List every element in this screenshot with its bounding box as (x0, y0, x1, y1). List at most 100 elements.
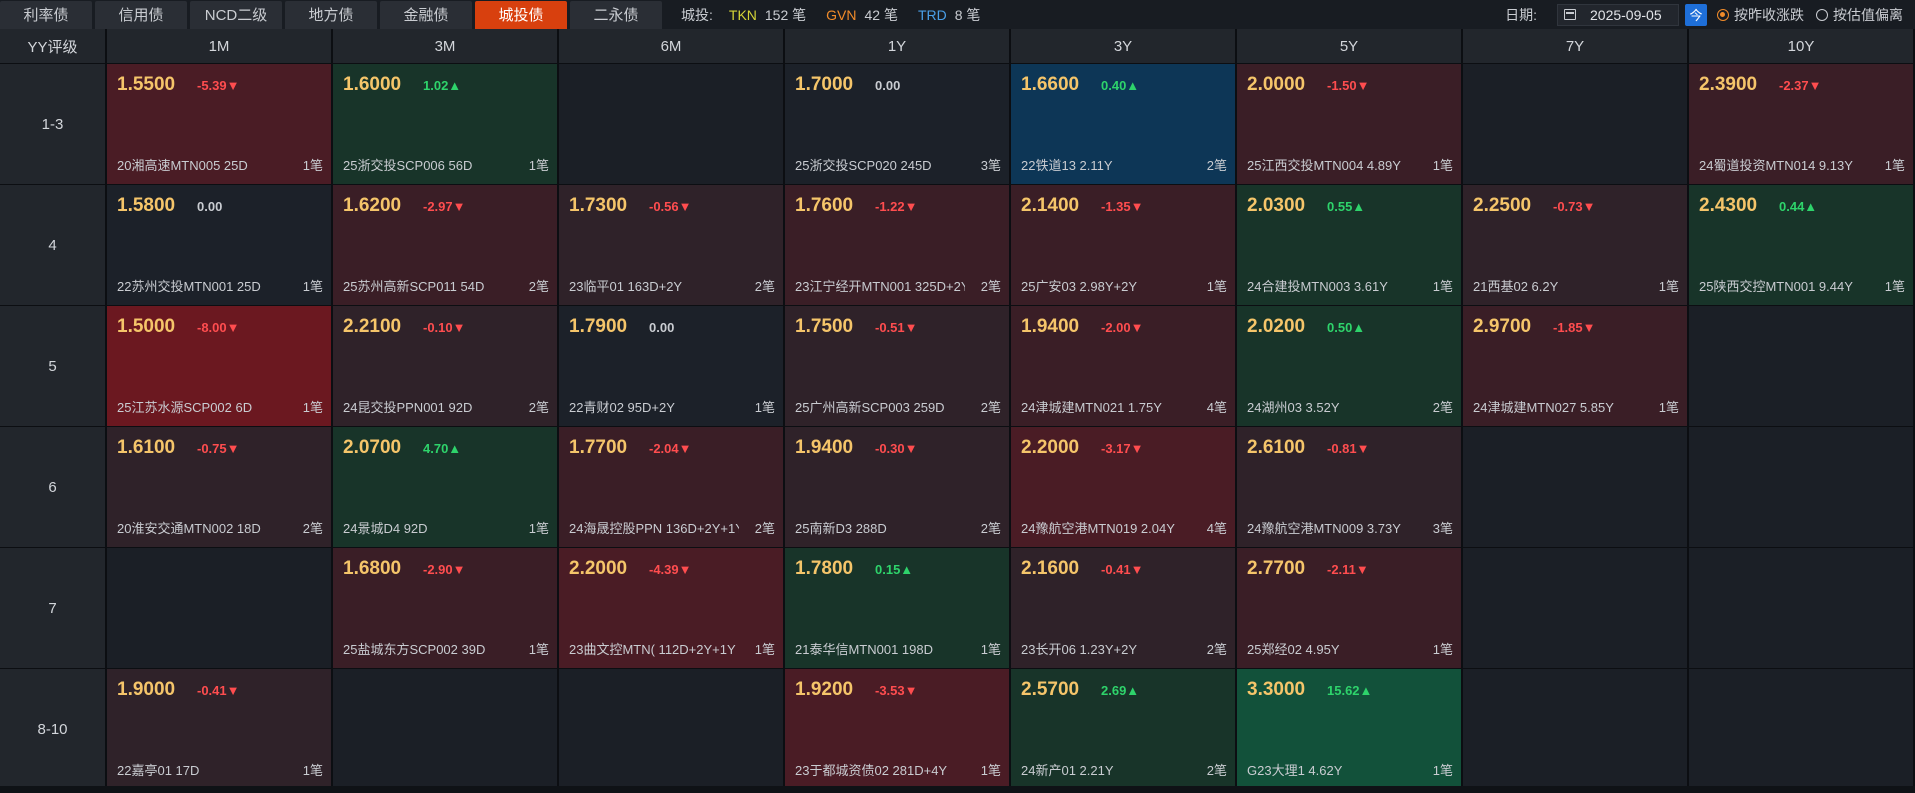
trade-count: 1笔 (752, 397, 775, 416)
yield-value: 1.9000 (117, 679, 176, 700)
quote-cell[interactable]: 2.6100 -0.81▼ 24豫航空港MTN009 3.73Y 3笔 (1237, 427, 1461, 547)
quote-cell[interactable]: 2.2000 -4.39▼ 23曲文控MTN( 112D+2Y+1Y 1笔 (559, 548, 783, 668)
bond-name: 23长开06 1.23Y+2Y (1021, 642, 1137, 657)
yield-change: -5.39▼ (197, 78, 240, 93)
quote-cell[interactable]: 1.6800 -2.90▼ 25盐城东方SCP002 39D 1笔 (333, 548, 557, 668)
yield-change: 0.15▲ (875, 562, 914, 577)
trade-count: 2笔 (752, 518, 775, 537)
quote-cell[interactable]: 2.2000 -3.17▼ 24豫航空港MTN019 2.04Y 4笔 (1011, 427, 1235, 547)
bond-name: G23大理1 4.62Y (1247, 763, 1343, 778)
radio-unchecked-icon[interactable] (1816, 8, 1828, 21)
trade-count: 2笔 (1430, 397, 1453, 416)
yield-value: 2.1400 (1021, 195, 1080, 216)
quote-cell[interactable]: 1.7300 -0.56▼ 23临平01 163D+2Y 2笔 (559, 185, 783, 305)
quote-cell[interactable]: 2.1400 -1.35▼ 25广安03 2.98Y+2Y 1笔 (1011, 185, 1235, 305)
column-header-3m[interactable]: 3M (333, 29, 557, 63)
quote-cell[interactable]: 1.7700 -2.04▼ 24海晟控股PPN 136D+2Y+1Y 2笔 (559, 427, 783, 547)
quote-cell[interactable]: 1.5800 0.00 22苏州交投MTN001 25D 1笔 (107, 185, 331, 305)
quote-cell[interactable]: 1.6100 -0.75▼ 20淮安交通MTN002 18D 2笔 (107, 427, 331, 547)
tab-ncd-secondary[interactable]: NCD二级 (190, 0, 282, 29)
trade-count: 1笔 (1882, 276, 1905, 295)
empty-cell (1689, 669, 1913, 789)
column-header-10y[interactable]: 10Y (1689, 29, 1913, 63)
today-button[interactable]: 今 (1685, 3, 1707, 26)
yield-value: 1.9400 (1021, 316, 1080, 337)
trade-stats: 城投: TKN 152 笔 GVN 42 笔 TRD 8 笔 (681, 5, 1000, 25)
yield-value: 2.2000 (569, 558, 628, 579)
yield-value: 2.9700 (1473, 316, 1532, 337)
calendar-icon[interactable] (1564, 9, 1576, 20)
bond-name: 24景城D4 92D (343, 521, 428, 536)
date-picker[interactable]: 2025-09-05 (1557, 3, 1679, 26)
bond-name: 25江苏水源SCP002 6D (117, 400, 253, 415)
quote-cell[interactable]: 2.1600 -0.41▼ 23长开06 1.23Y+2Y 2笔 (1011, 548, 1235, 668)
quote-cell[interactable]: 1.9000 -0.41▼ 22嘉亭01 17D 1笔 (107, 669, 331, 789)
yield-value: 1.9200 (795, 679, 854, 700)
yield-value: 2.1600 (1021, 558, 1080, 579)
quote-cell[interactable]: 1.7600 -1.22▼ 23江宁经开MTN001 325D+2Y 2笔 (785, 185, 1009, 305)
quote-cell[interactable]: 1.9400 -2.00▼ 24津城建MTN021 1.75Y 4笔 (1011, 306, 1235, 426)
tab-credit-bonds[interactable]: 信用债 (95, 0, 187, 29)
quote-cell[interactable]: 2.5700 2.69▲ 24新产01 2.21Y 2笔 (1011, 669, 1235, 789)
rating-header: YY评级 (0, 29, 105, 63)
yield-change: -3.53▼ (875, 683, 918, 698)
yield-change: -1.22▼ (875, 199, 918, 214)
yield-change: 0.44▲ (1779, 199, 1818, 214)
trade-count: 1笔 (300, 155, 323, 174)
yield-value: 1.5800 (117, 195, 176, 216)
tab-financial-bonds[interactable]: 金融债 (380, 0, 472, 29)
quote-cell[interactable]: 1.7800 0.15▲ 21泰华信MTN001 198D 1笔 (785, 548, 1009, 668)
yield-change: -0.56▼ (649, 199, 692, 214)
quote-cell[interactable]: 3.3000 15.62▲ G23大理1 4.62Y 1笔 (1237, 669, 1461, 789)
tab-local-gov-bonds[interactable]: 地方债 (285, 0, 377, 29)
trade-count: 1笔 (526, 155, 549, 174)
stat-code-tkn: TKN (728, 6, 757, 23)
tab-rate-bonds[interactable]: 利率债 (0, 0, 92, 29)
quote-cell[interactable]: 1.9200 -3.53▼ 23于都城资债02 281D+4Y 1笔 (785, 669, 1009, 789)
quote-cell[interactable]: 1.7500 -0.51▼ 25广州高新SCP003 259D 2笔 (785, 306, 1009, 426)
column-header-1m[interactable]: 1M (107, 29, 331, 63)
column-header-6m[interactable]: 6M (559, 29, 783, 63)
quote-cell[interactable]: 2.7700 -2.11▼ 25郑经02 4.95Y 1笔 (1237, 548, 1461, 668)
radio-by-valuation[interactable]: 按估值偏离 (1816, 5, 1903, 25)
yield-change: -2.97▼ (423, 199, 466, 214)
tab-lgfv-bonds[interactable]: 城投债 (475, 0, 567, 29)
yield-value: 1.6800 (343, 558, 402, 579)
tab-perpetual-bonds[interactable]: 二永债 (570, 0, 662, 29)
quote-cell[interactable]: 1.5000 -8.00▼ 25江苏水源SCP002 6D 1笔 (107, 306, 331, 426)
column-header-7y[interactable]: 7Y (1463, 29, 1687, 63)
trade-count: 2笔 (300, 518, 323, 537)
bond-name: 25盐城东方SCP002 39D (343, 642, 486, 657)
quote-cell[interactable]: 1.6200 -2.97▼ 25苏州高新SCP011 54D 2笔 (333, 185, 557, 305)
trade-count: 1笔 (978, 639, 1001, 658)
quote-cell[interactable]: 2.4300 0.44▲ 25陕西交控MTN001 9.44Y 1笔 (1689, 185, 1913, 305)
radio-by-prev-close[interactable]: 按昨收涨跌 (1717, 5, 1804, 25)
column-header-3y[interactable]: 3Y (1011, 29, 1235, 63)
quote-cell[interactable]: 2.0200 0.50▲ 24湖州03 3.52Y 2笔 (1237, 306, 1461, 426)
radio-by-valuation-label: 按估值偏离 (1833, 6, 1903, 23)
quote-cell[interactable]: 1.9400 -0.30▼ 25南新D3 288D 2笔 (785, 427, 1009, 547)
quote-cell[interactable]: 2.3900 -2.37▼ 24蜀道投资MTN014 9.13Y 1笔 (1689, 64, 1913, 184)
stat-count-tkn: 152 笔 (764, 6, 807, 23)
date-value[interactable]: 2025-09-05 (1590, 7, 1662, 23)
radio-checked-icon[interactable] (1717, 8, 1729, 21)
bond-name: 24津城建MTN027 5.85Y (1473, 400, 1614, 415)
quote-cell[interactable]: 1.7000 0.00 25浙交投SCP020 245D 3笔 (785, 64, 1009, 184)
quote-cell[interactable]: 2.0000 -1.50▼ 25江西交投MTN004 4.89Y 1笔 (1237, 64, 1461, 184)
yield-change: -2.11▼ (1327, 562, 1369, 577)
trade-count: 1笔 (1430, 155, 1453, 174)
quote-cell[interactable]: 2.2100 -0.10▼ 24昆交投PPN001 92D 2笔 (333, 306, 557, 426)
yield-change: 1.02▲ (423, 78, 462, 93)
trade-count: 1笔 (1656, 276, 1679, 295)
trade-count: 1笔 (300, 760, 323, 779)
quote-cell[interactable]: 2.9700 -1.85▼ 24津城建MTN027 5.85Y 1笔 (1463, 306, 1687, 426)
column-header-1y[interactable]: 1Y (785, 29, 1009, 63)
quote-cell[interactable]: 1.5500 -5.39▼ 20湘高速MTN005 25D 1笔 (107, 64, 331, 184)
quote-cell[interactable]: 1.6000 1.02▲ 25浙交投SCP006 56D 1笔 (333, 64, 557, 184)
quote-cell[interactable]: 2.0300 0.55▲ 24合建投MTN003 3.61Y 1笔 (1237, 185, 1461, 305)
quote-cell[interactable]: 2.2500 -0.73▼ 21西基02 6.2Y 1笔 (1463, 185, 1687, 305)
quote-cell[interactable]: 1.7900 0.00 22青财02 95D+2Y 1笔 (559, 306, 783, 426)
quote-cell[interactable]: 2.0700 4.70▲ 24景城D4 92D 1笔 (333, 427, 557, 547)
column-header-5y[interactable]: 5Y (1237, 29, 1461, 63)
quote-cell[interactable]: 1.6600 0.40▲ 22铁道13 2.11Y 2笔 (1011, 64, 1235, 184)
